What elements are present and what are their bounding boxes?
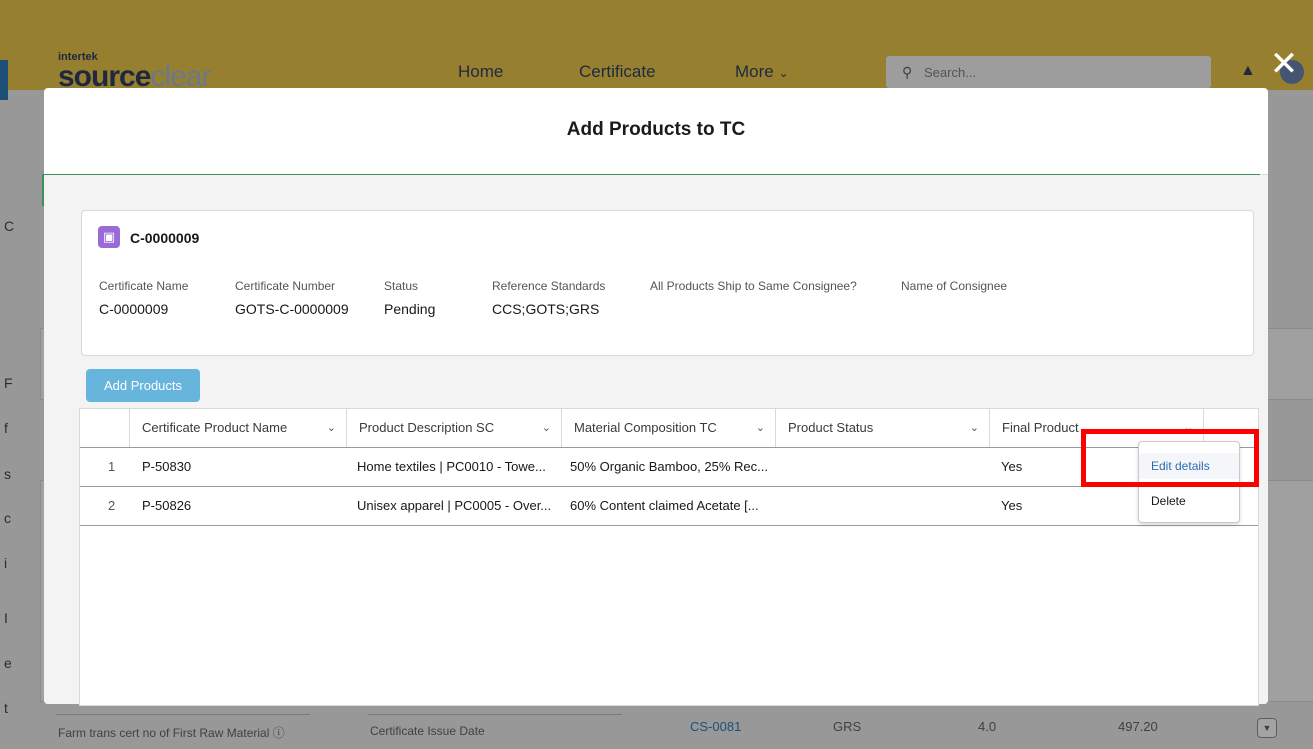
row-number: 1 bbox=[108, 459, 116, 474]
field-label: All Products Ship to Same Consignee? bbox=[650, 279, 857, 293]
field-status: Status Pending bbox=[384, 279, 435, 317]
field-consignee-name: Name of Consignee bbox=[901, 279, 1007, 301]
column-header-label: Product Status bbox=[788, 420, 874, 435]
column-header-label: Final Product bbox=[1002, 420, 1079, 435]
focus-outline-left bbox=[42, 174, 44, 206]
column-header-material[interactable]: Material Composition TC ⌄ bbox=[562, 409, 776, 447]
product-status-cell bbox=[787, 448, 987, 486]
field-label: Certificate Number bbox=[235, 279, 336, 293]
product-description-cell: Home textiles | PC0010 - Towe... bbox=[357, 459, 546, 474]
chevron-down-icon[interactable]: ⌄ bbox=[542, 409, 551, 447]
modal-title: Add Products to TC bbox=[566, 119, 746, 140]
add-products-button[interactable]: Add Products bbox=[86, 369, 200, 402]
chevron-down-icon[interactable]: ⌄ bbox=[970, 409, 979, 447]
material-composition-cell: 50% Organic Bamboo, 25% Rec... bbox=[570, 459, 768, 474]
table-row[interactable]: 2 P-50826 Unisex apparel | PC0005 - Over… bbox=[80, 487, 1258, 526]
product-description-cell: Unisex apparel | PC0005 - Over... bbox=[357, 498, 552, 513]
field-label: Name of Consignee bbox=[901, 279, 1008, 293]
field-certificate-number: Certificate Number GOTS-C-0000009 bbox=[235, 279, 349, 317]
material-composition-cell: 60% Content claimed Acetate [... bbox=[570, 498, 759, 513]
column-header-product-status[interactable]: Product Status ⌄ bbox=[776, 409, 990, 447]
field-value: C-0000009 bbox=[99, 301, 169, 317]
record-title: C-0000009 bbox=[130, 230, 200, 246]
focus-outline bbox=[44, 174, 1260, 175]
field-label: Certificate Name bbox=[99, 279, 189, 293]
column-header-label: Certificate Product Name bbox=[142, 420, 288, 435]
field-reference-standards: Reference Standards CCS;GOTS;GRS bbox=[492, 279, 605, 317]
field-certificate-name: Certificate Name C-0000009 bbox=[99, 279, 188, 317]
field-value: CCS;GOTS;GRS bbox=[492, 301, 600, 317]
field-label: Reference Standards bbox=[492, 279, 606, 293]
close-icon[interactable]: ✕ bbox=[1266, 46, 1302, 82]
certificate-record-icon: ▣ bbox=[98, 226, 120, 248]
row-number: 2 bbox=[108, 498, 116, 513]
chevron-down-icon[interactable]: ⌄ bbox=[327, 409, 336, 447]
product-status-cell bbox=[787, 487, 987, 525]
product-name-cell: P-50830 bbox=[142, 459, 192, 474]
row-number-header bbox=[80, 409, 130, 447]
field-label: Status bbox=[384, 279, 419, 293]
product-name-cell: P-50826 bbox=[142, 498, 192, 513]
menu-item-delete[interactable]: Delete bbox=[1139, 488, 1239, 514]
field-value: GOTS-C-0000009 bbox=[235, 301, 349, 317]
column-header-label: Material Composition TC bbox=[574, 420, 717, 435]
certificate-record-card: ▣ C-0000009 Certificate Name C-0000009 C… bbox=[81, 210, 1254, 356]
chevron-down-icon[interactable]: ⌄ bbox=[756, 409, 765, 447]
column-header-product-name[interactable]: Certificate Product Name ⌄ bbox=[130, 409, 347, 447]
modal-header: Add Products to TC bbox=[44, 88, 1268, 175]
column-header-label: Product Description SC bbox=[359, 420, 495, 435]
final-product-cell: Yes bbox=[1001, 498, 1023, 513]
field-value: Pending bbox=[384, 301, 436, 317]
field-same-consignee: All Products Ship to Same Consignee? bbox=[650, 279, 857, 301]
column-header-description[interactable]: Product Description SC ⌄ bbox=[347, 409, 562, 447]
annotation-highlight-box bbox=[1081, 429, 1259, 487]
